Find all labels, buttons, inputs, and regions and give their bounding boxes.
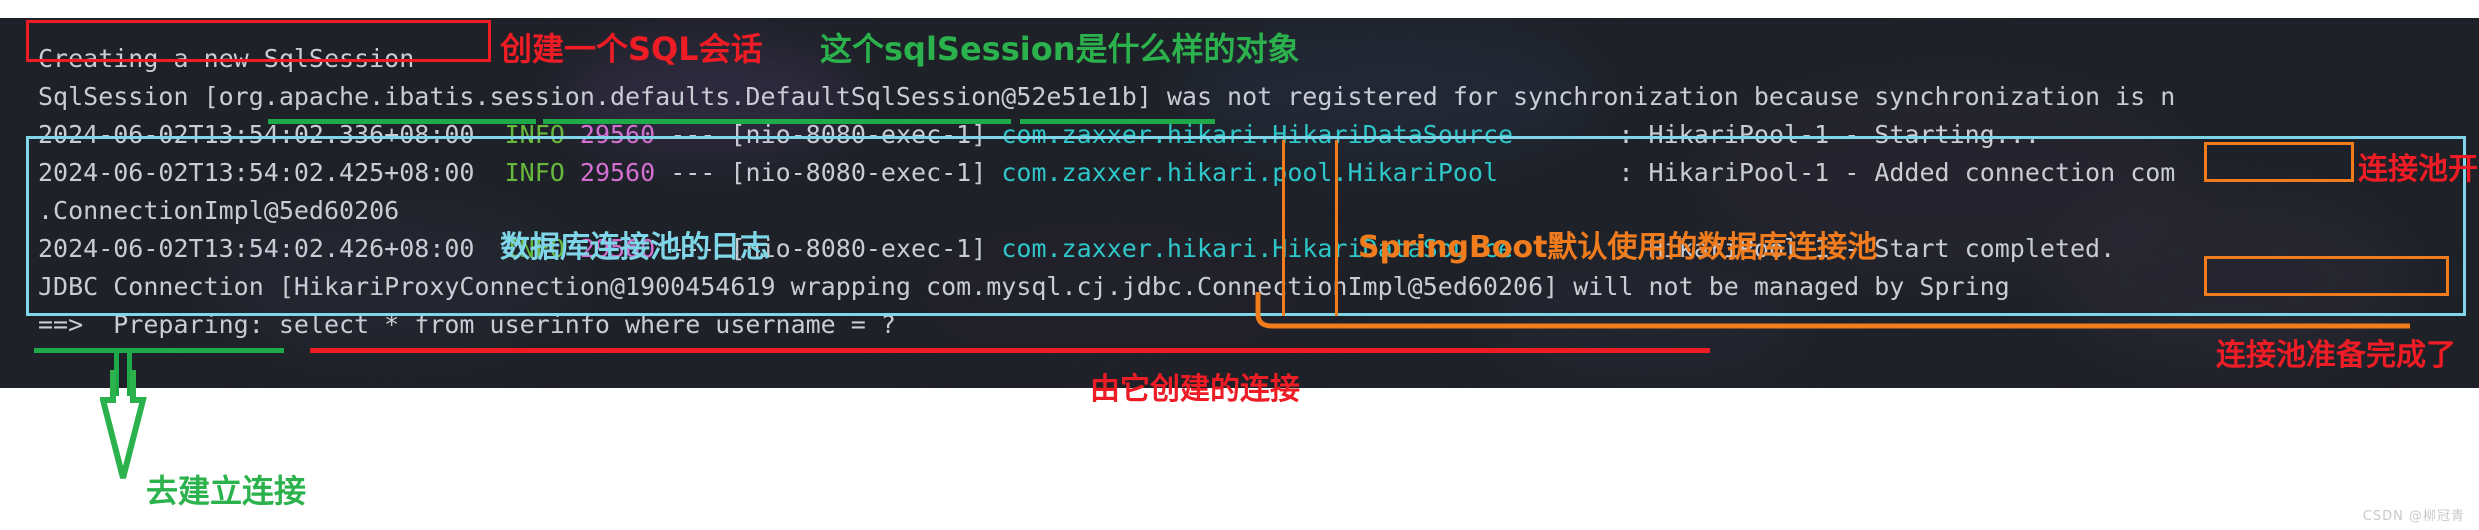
terminal-text-segment: com.zaxxer.hikari.pool.HikariPool <box>1001 158 1499 187</box>
terminal-text-segment: 29560 <box>579 120 656 149</box>
terminal-line: ==> Preparing: select * from userinfo wh… <box>38 310 896 340</box>
terminal-text-segment: Creating a new SqlSession <box>38 44 415 73</box>
terminal-text-segment: 2024-06-02T13:54:02.336+08:00 <box>38 120 475 149</box>
terminal-text-segment: 2024-06-02T13:54:02.426+08:00 <box>38 234 475 263</box>
terminal-line: 2024-06-02T13:54:02.336+08:00 INFO 29560… <box>38 120 2040 150</box>
annotation-pool-starting: 连接池开始准备 <box>2358 152 2479 187</box>
annotation-pool-ready: 连接池准备完成了 <box>2216 338 2456 373</box>
annotation-created-by-it: 由它创建的连接 <box>1090 372 1300 407</box>
annotation-creating-session: 创建一个SQL会话 <box>500 30 763 68</box>
terminal-line: .ConnectionImpl@5ed60206 <box>38 196 399 226</box>
underline-jdbc-connection <box>34 348 284 353</box>
terminal-text-segment: : HikariPool-1 - Starting... <box>1513 120 2040 149</box>
underline-jdbc-proxy <box>310 348 1710 353</box>
terminal-text-segment: INFO <box>504 158 565 187</box>
terminal-line: JDBC Connection [HikariProxyConnection@1… <box>38 272 2010 302</box>
terminal-line: 2024-06-02T13:54:02.425+08:00 INFO 29560… <box>38 158 2175 188</box>
annotation-go-build-connection: 去建立连接 <box>146 472 307 510</box>
annotation-what-kind-of-object: 这个sqlSession是什么样的对象 <box>820 30 1300 68</box>
terminal-text-segment: --- [nio-8080-exec-1] <box>655 158 1002 187</box>
terminal-text-segment: com.zaxxer.hikari.HikariDataSource <box>1001 120 1514 149</box>
annotation-springboot-default-pool: SpringBoot默认使用的数据库连接池 <box>1358 230 1878 265</box>
terminal-text-segment: ==> Preparing: select * from userinfo wh… <box>38 310 896 339</box>
terminal-text-segment: INFO <box>504 120 565 149</box>
terminal-line: SqlSession [org.apache.ibatis.session.de… <box>38 82 2175 112</box>
csdn-watermark: CSDN @柳冠青 <box>2362 509 2465 524</box>
annotation-datasource-log: 数据库连接池的日志 <box>500 230 770 265</box>
underline-sqlsession-class <box>543 119 1011 124</box>
terminal-window: Creating a new SqlSession SqlSession [or… <box>0 18 2479 388</box>
terminal-text-segment: : HikariPool-1 - Added connection com <box>1498 158 2176 187</box>
terminal-text-segment: 29560 <box>579 158 656 187</box>
terminal-text-segment: SqlSession [org.apache.ibatis.session.de… <box>38 82 2176 111</box>
underline-sqlsession-class <box>1020 119 1215 124</box>
terminal-text-segment: --- [nio-8080-exec-1] <box>655 120 1002 149</box>
terminal-line: Creating a new SqlSession <box>38 44 414 74</box>
wallpaper-blob <box>1480 248 1810 388</box>
terminal-text-segment: JDBC Connection [HikariProxyConnection@1… <box>38 272 2010 301</box>
terminal-text-segment: 2024-06-02T13:54:02.425+08:00 <box>38 158 475 187</box>
terminal-text-segment: .ConnectionImpl@5ed60206 <box>38 196 400 225</box>
underline-sqlsession-class <box>268 119 536 124</box>
green-down-arrow-icon <box>100 370 147 479</box>
